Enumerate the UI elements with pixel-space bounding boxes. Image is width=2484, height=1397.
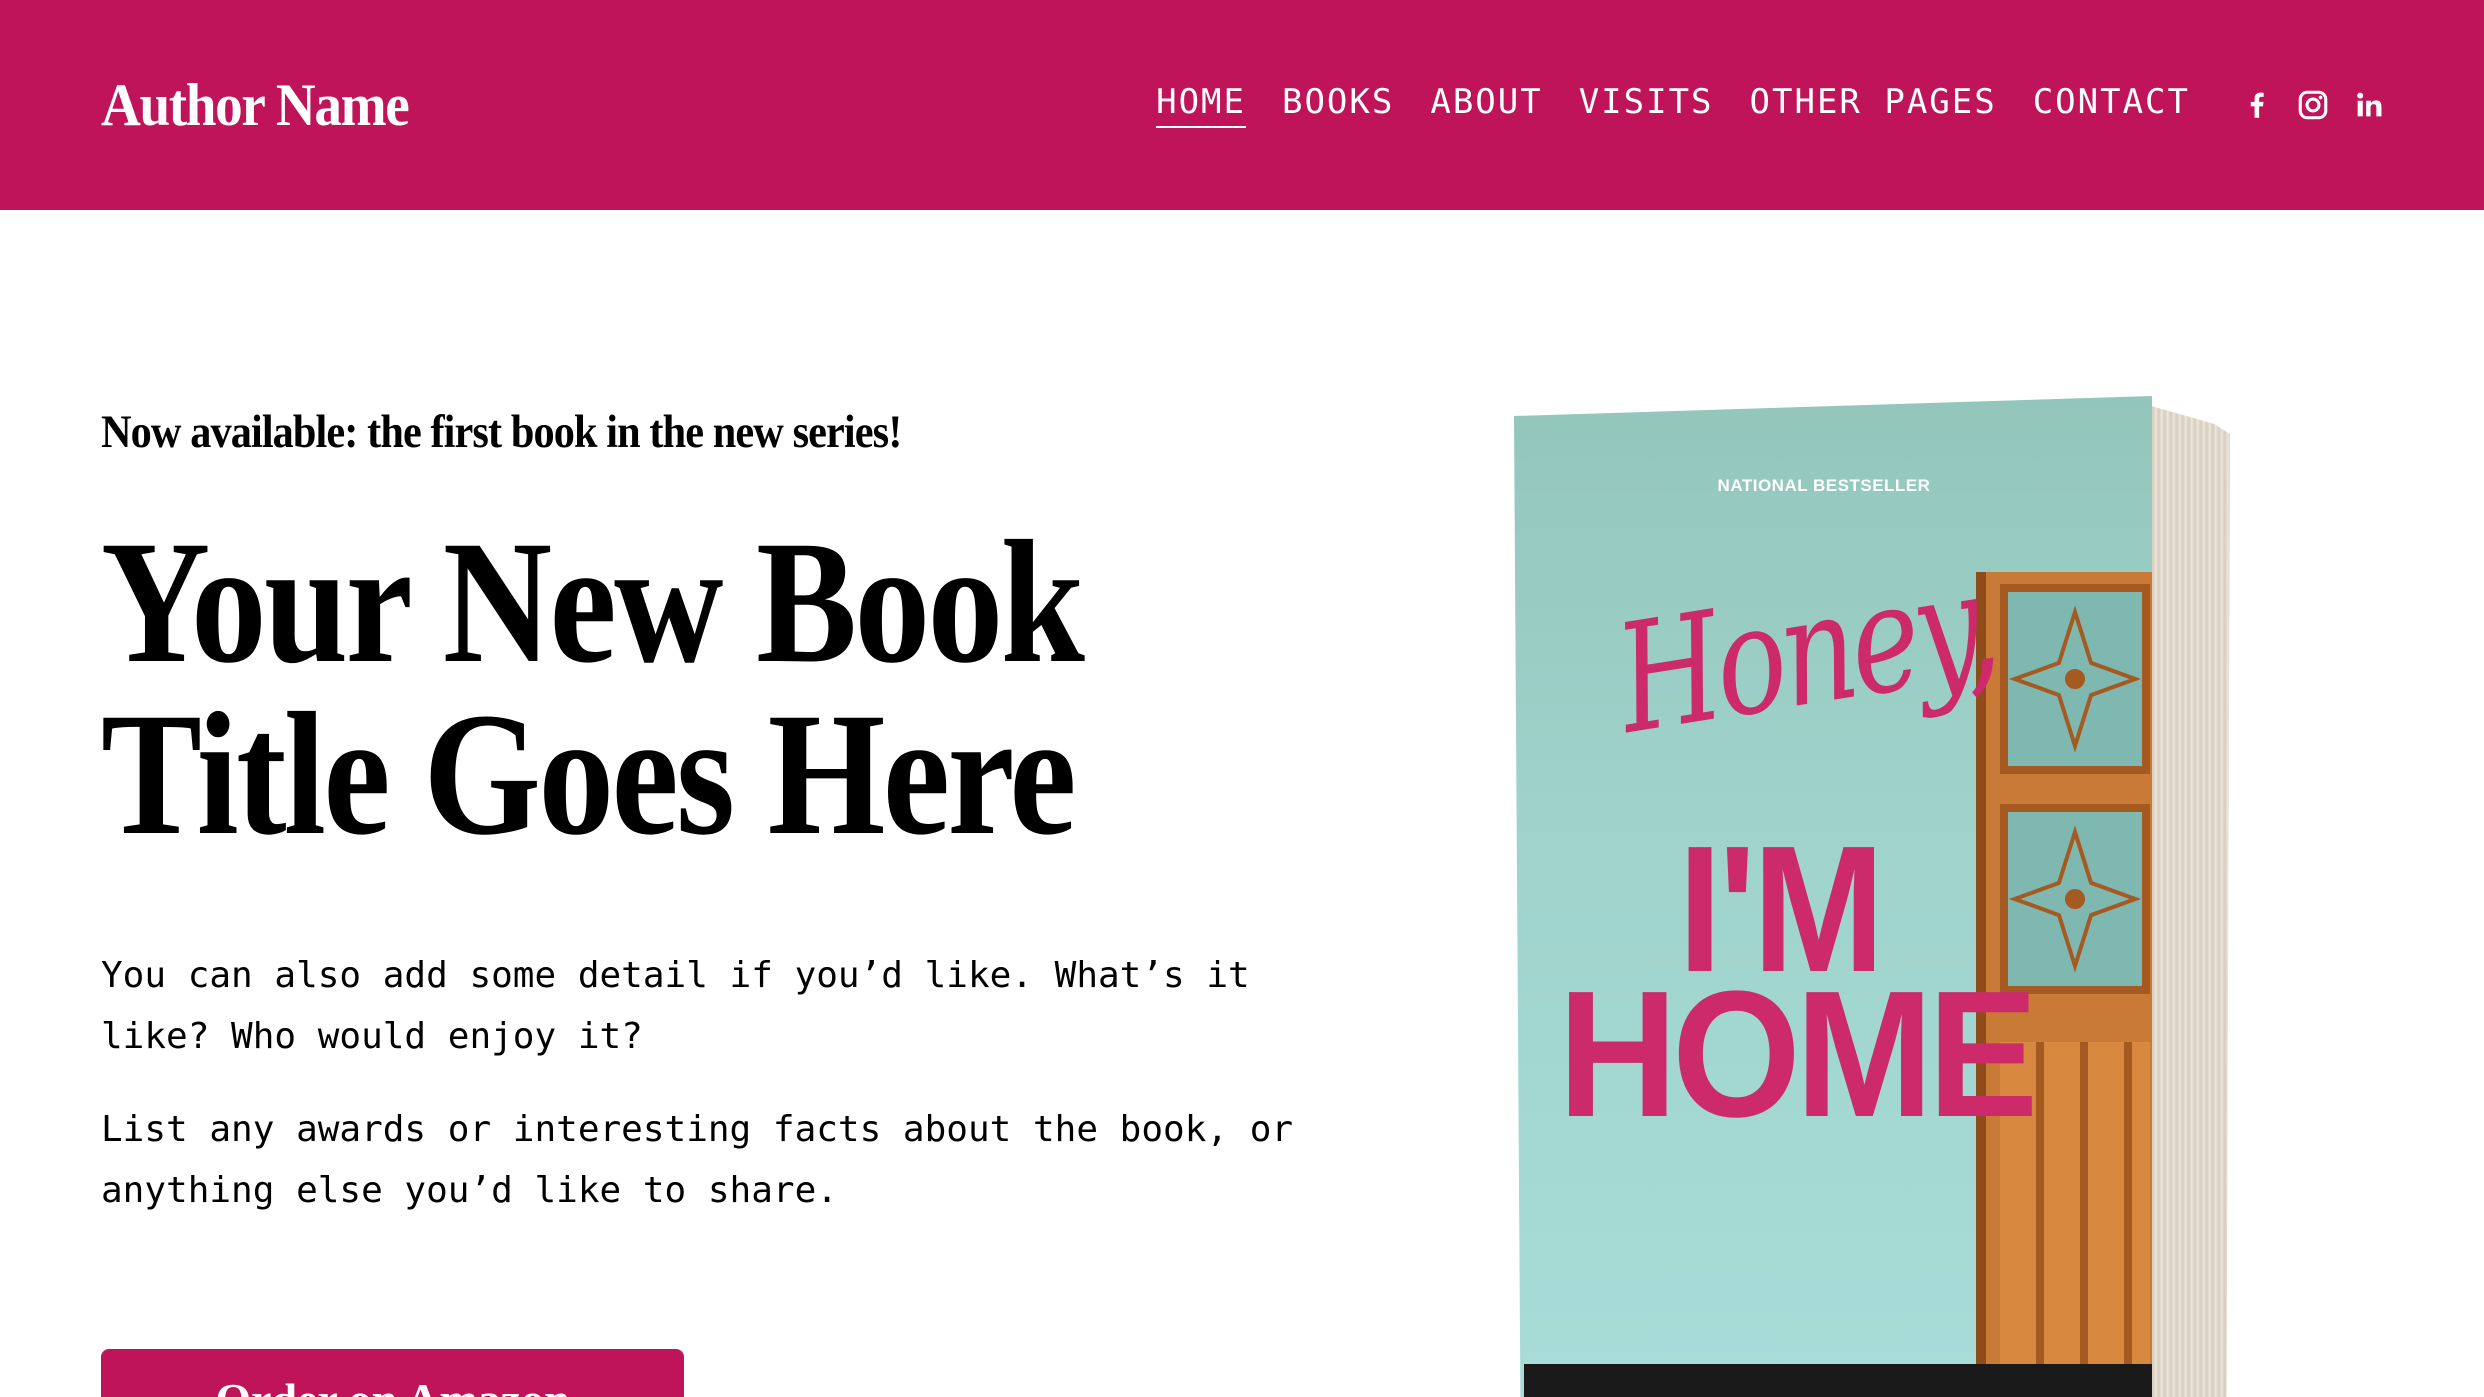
hero-text: Now available: the first book in the new… xyxy=(101,405,1341,1221)
cover-footer-band xyxy=(1524,1364,2152,1397)
hero-title: Your New Book Title Goes Here xyxy=(101,505,1167,872)
instagram-icon[interactable] xyxy=(2296,88,2330,122)
nav-other-pages[interactable]: OTHER PAGES xyxy=(1750,82,1997,128)
site-header: Author Name HOME BOOKS ABOUT VISITS OTHE… xyxy=(0,0,2484,210)
cover-badge: NATIONAL BESTSELLER xyxy=(1717,476,1931,495)
hero-kicker: Now available: the first book in the new… xyxy=(101,406,902,458)
hero-title-line-1: Your New Book xyxy=(101,505,1085,700)
nav-home[interactable]: HOME xyxy=(1156,82,1246,128)
book-pages xyxy=(2144,404,2230,1397)
nav-contact[interactable]: CONTACT xyxy=(2033,82,2190,128)
facebook-icon[interactable] xyxy=(2240,88,2274,122)
order-button[interactable]: Order on Amazon xyxy=(101,1349,684,1397)
nav-about[interactable]: ABOUT xyxy=(1430,82,1542,128)
nav-visits[interactable]: VISITS xyxy=(1579,82,1714,128)
hero-description: You can also add some detail if you’d li… xyxy=(101,945,1301,1221)
cover-script-title: Honey, xyxy=(1606,537,2006,768)
cover-title-line-2: HOME xyxy=(1558,954,2038,1155)
nav-books[interactable]: BOOKS xyxy=(1282,82,1394,128)
nav-wrap: HOME BOOKS ABOUT VISITS OTHER PAGES CONT… xyxy=(1156,82,2386,128)
hero-title-line-2: Title Goes Here xyxy=(101,677,1077,872)
social-links xyxy=(2240,88,2386,122)
linkedin-icon[interactable] xyxy=(2352,88,2386,122)
site-title[interactable]: Author Name xyxy=(101,71,410,140)
door-window-top xyxy=(2000,584,2150,774)
main-nav: HOME BOOKS ABOUT VISITS OTHER PAGES CONT… xyxy=(1156,82,2190,128)
book-cover: NATIONAL BESTSELLER Honey, I'M HOME xyxy=(1514,396,2152,1397)
book-cover-image: NATIONAL BESTSELLER Honey, I'M HOME xyxy=(1514,396,2236,1397)
hero-desc-paragraph-1: You can also add some detail if you’d li… xyxy=(101,955,1250,1057)
hero-desc-paragraph-2: List any awards or interesting facts abo… xyxy=(101,1109,1294,1211)
